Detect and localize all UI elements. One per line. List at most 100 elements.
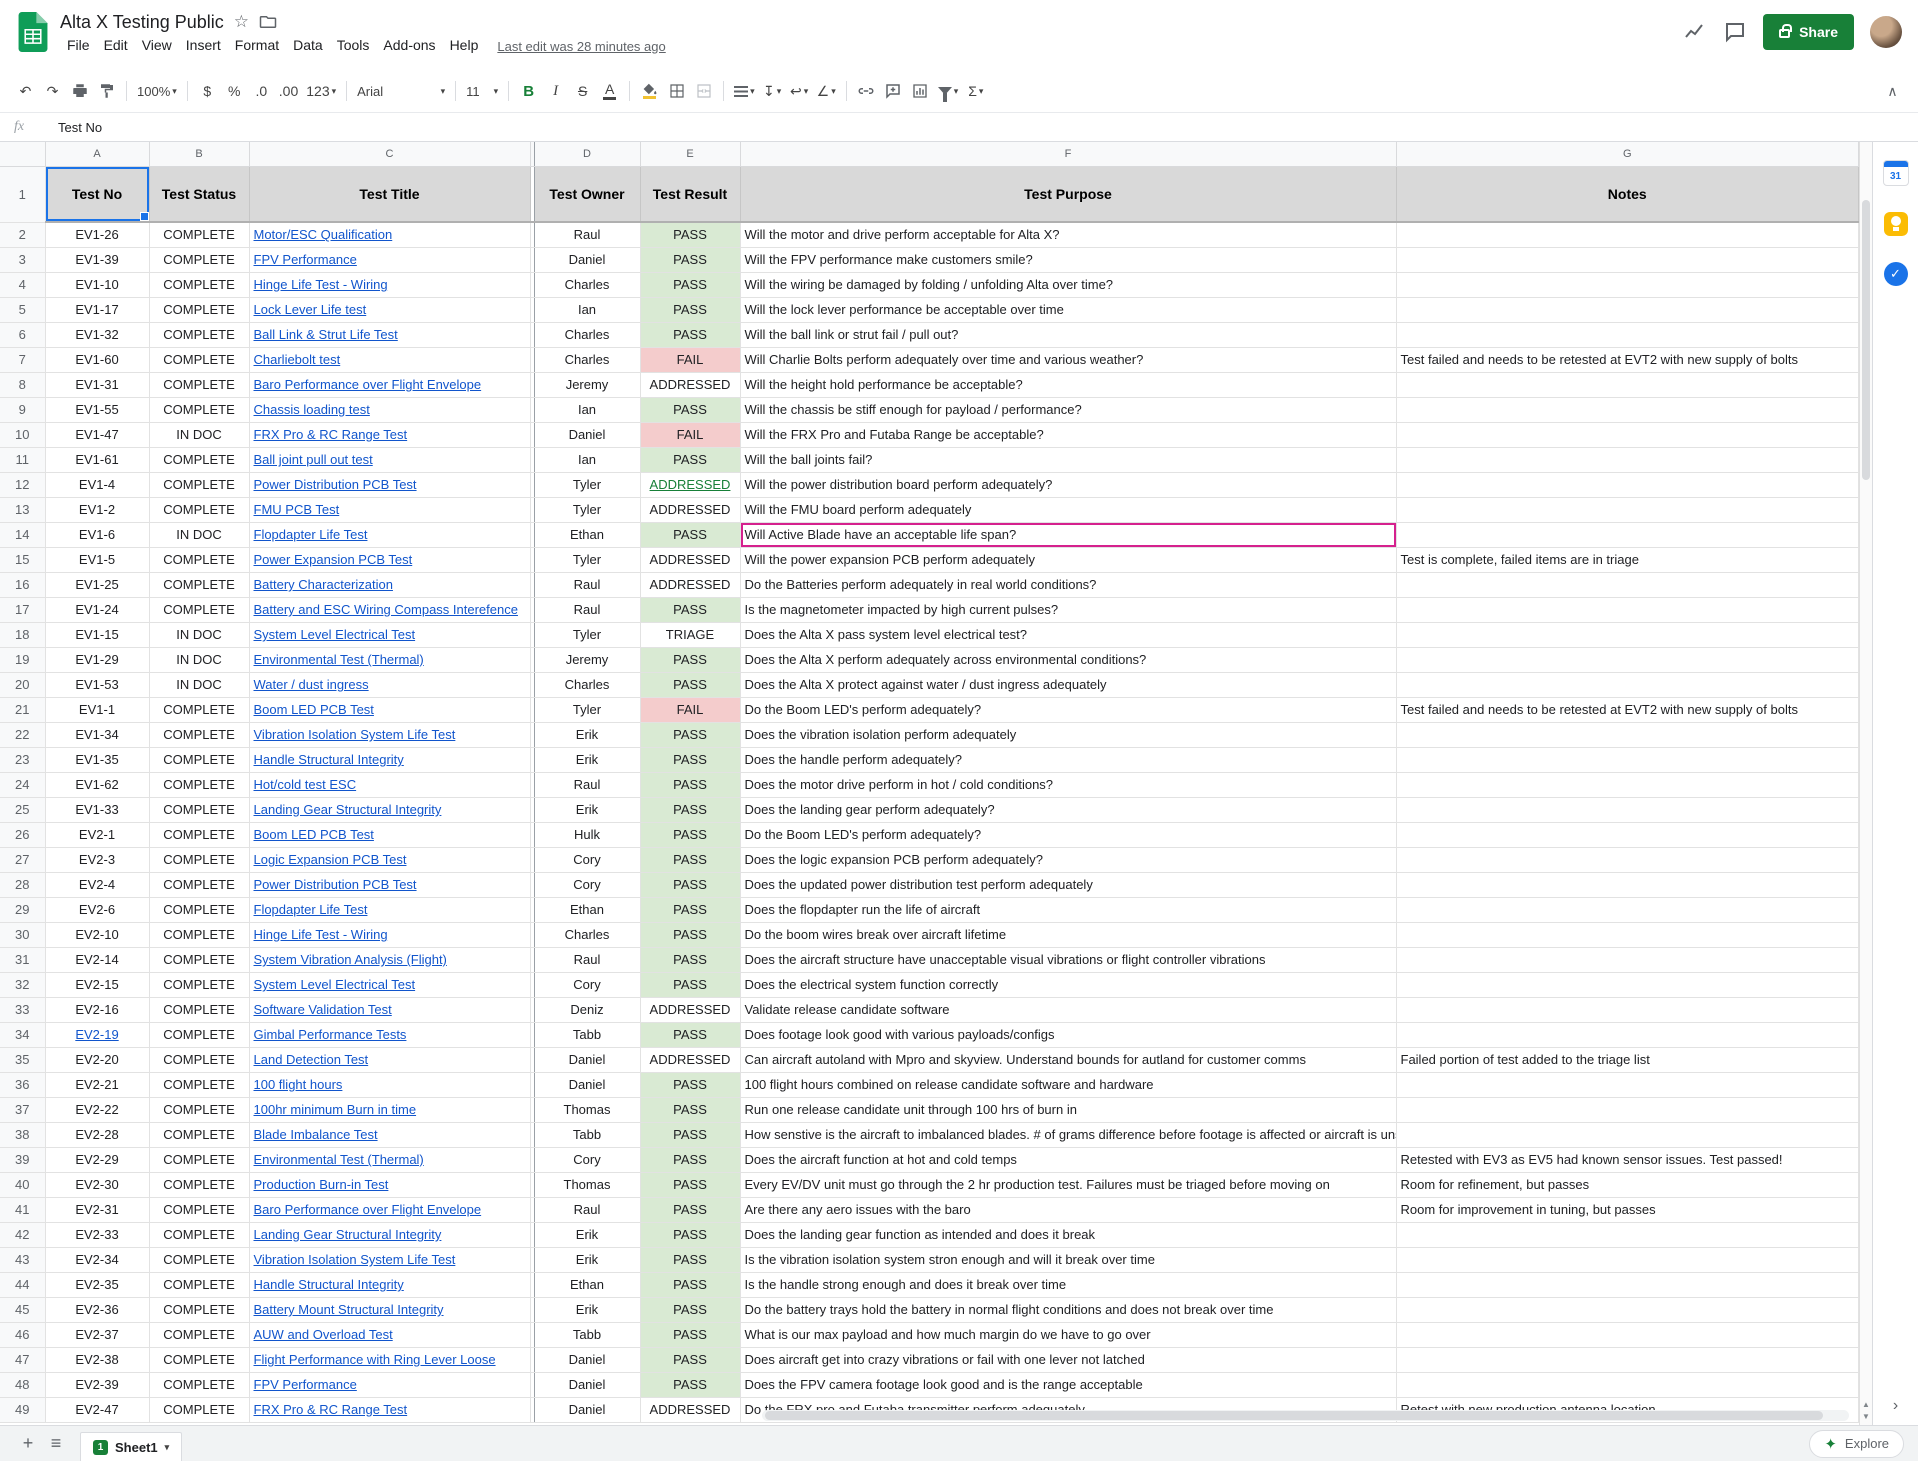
document-title[interactable]: Alta X Testing Public	[60, 12, 224, 33]
cell-test-purpose[interactable]: Will the chassis be stiff enough for pay…	[740, 397, 1396, 422]
cell-test-no[interactable]: EV1-10	[45, 272, 149, 297]
row-header[interactable]: 42	[0, 1222, 45, 1247]
test-title-link[interactable]: System Level Electrical Test	[254, 627, 416, 642]
cell-test-purpose[interactable]: Does the aircraft function at hot and co…	[740, 1147, 1396, 1172]
cell-test-status[interactable]: COMPLETE	[149, 1122, 249, 1147]
cell-test-title[interactable]: Logic Expansion PCB Test	[249, 847, 530, 872]
cell-test-title[interactable]: Flopdapter Life Test	[249, 897, 530, 922]
cell-test-no[interactable]: EV2-21	[45, 1072, 149, 1097]
cell-test-title[interactable]: Ball joint pull out test	[249, 447, 530, 472]
test-title-link[interactable]: Flopdapter Life Test	[254, 527, 368, 542]
cell-test-owner[interactable]: Daniel	[534, 1072, 640, 1097]
cell-test-no[interactable]: EV1-62	[45, 772, 149, 797]
cell-test-result[interactable]: PASS	[640, 1072, 740, 1097]
cell-notes[interactable]	[1396, 822, 1859, 847]
cell-test-title[interactable]: Chassis loading test	[249, 397, 530, 422]
cell-test-purpose[interactable]: Do the battery trays hold the battery in…	[740, 1297, 1396, 1322]
cell-notes[interactable]	[1396, 1072, 1859, 1097]
cell-test-result[interactable]: PASS	[640, 597, 740, 622]
cell-test-no[interactable]: EV2-1	[45, 822, 149, 847]
cell-notes[interactable]	[1396, 472, 1859, 497]
test-title-link[interactable]: Battery Mount Structural Integrity	[254, 1302, 444, 1317]
cell-test-result[interactable]: PASS	[640, 397, 740, 422]
test-title-link[interactable]: Landing Gear Structural Integrity	[254, 1227, 442, 1242]
cell-test-no[interactable]: EV1-25	[45, 572, 149, 597]
cell-test-owner[interactable]: Daniel	[534, 1347, 640, 1372]
column-header-f[interactable]: F	[740, 142, 1396, 166]
cell-test-status[interactable]: IN DOC	[149, 647, 249, 672]
cell-test-result[interactable]: PASS	[640, 1247, 740, 1272]
cell-test-result[interactable]: PASS	[640, 872, 740, 897]
sheet-tab-menu-icon[interactable]: ▾	[165, 1442, 170, 1453]
add-sheet-button[interactable]: +	[14, 1430, 42, 1458]
merge-cells-button[interactable]	[690, 78, 717, 105]
font-family-select[interactable]: Arial▾	[353, 78, 449, 105]
avatar[interactable]	[1870, 16, 1902, 48]
row-header[interactable]: 14	[0, 522, 45, 547]
cell-test-result[interactable]: PASS	[640, 1122, 740, 1147]
cell-notes[interactable]: Room for refinement, but passes	[1396, 1172, 1859, 1197]
cell-test-title[interactable]: FRX Pro & RC Range Test	[249, 1397, 530, 1422]
cell-test-purpose[interactable]: Do the Boom LED's perform adequately?	[740, 697, 1396, 722]
cell-notes[interactable]	[1396, 897, 1859, 922]
cell-test-owner[interactable]: Ethan	[534, 897, 640, 922]
cell-test-title[interactable]: Battery Mount Structural Integrity	[249, 1297, 530, 1322]
cell-test-no[interactable]: EV2-6	[45, 897, 149, 922]
row-header[interactable]: 23	[0, 747, 45, 772]
header-cell-test-result[interactable]: Test Result	[640, 166, 740, 222]
insert-link-button[interactable]	[853, 78, 880, 105]
row-header[interactable]: 11	[0, 447, 45, 472]
cell-test-no[interactable]: EV1-1	[45, 697, 149, 722]
cell-test-title[interactable]: System Level Electrical Test	[249, 972, 530, 997]
header-cell-notes[interactable]: Notes	[1396, 166, 1859, 222]
cell-test-purpose[interactable]: Will the ball link or strut fail / pull …	[740, 322, 1396, 347]
row-header[interactable]: 38	[0, 1122, 45, 1147]
cell-notes[interactable]	[1396, 1022, 1859, 1047]
cell-test-status[interactable]: IN DOC	[149, 522, 249, 547]
cell-notes[interactable]	[1396, 1272, 1859, 1297]
cell-test-title[interactable]: Ball Link & Strut Life Test	[249, 322, 530, 347]
cell-notes[interactable]	[1396, 1297, 1859, 1322]
test-title-link[interactable]: AUW and Overload Test	[254, 1327, 393, 1342]
select-all-corner[interactable]	[0, 142, 45, 166]
cell-test-purpose[interactable]: Do the Batteries perform adequately in r…	[740, 572, 1396, 597]
cell-test-title[interactable]: 100 flight hours	[249, 1072, 530, 1097]
test-title-link[interactable]: Hinge Life Test - Wiring	[254, 277, 388, 292]
cell-test-owner[interactable]: Ian	[534, 297, 640, 322]
cell-test-no[interactable]: EV2-30	[45, 1172, 149, 1197]
cell-test-status[interactable]: IN DOC	[149, 422, 249, 447]
menu-format[interactable]: Format	[228, 34, 286, 56]
redo-button[interactable]: ↷	[39, 78, 66, 105]
cell-test-no[interactable]: EV2-35	[45, 1272, 149, 1297]
test-title-link[interactable]: Ball joint pull out test	[254, 452, 373, 467]
cell-notes[interactable]	[1396, 747, 1859, 772]
cell-test-title[interactable]: Water / dust ingress	[249, 672, 530, 697]
test-title-link[interactable]: Power Distribution PCB Test	[254, 477, 417, 492]
cell-notes[interactable]: Room for improvement in tuning, but pass…	[1396, 1197, 1859, 1222]
cell-notes[interactable]	[1396, 1372, 1859, 1397]
italic-button[interactable]: I	[542, 78, 569, 105]
cell-test-result[interactable]: PASS	[640, 772, 740, 797]
cell-test-result[interactable]: FAIL	[640, 347, 740, 372]
test-title-link[interactable]: Motor/ESC Qualification	[254, 227, 393, 242]
cell-test-no[interactable]: EV1-6	[45, 522, 149, 547]
test-title-link[interactable]: Flight Performance with Ring Lever Loose	[254, 1352, 496, 1367]
cell-test-purpose[interactable]: Does the electrical system function corr…	[740, 972, 1396, 997]
font-size-select[interactable]: 11▾	[462, 78, 502, 105]
cell-notes[interactable]: Test is complete, failed items are in tr…	[1396, 547, 1859, 572]
cell-test-no[interactable]: EV1-2	[45, 497, 149, 522]
decrease-decimal-button[interactable]: .0	[248, 78, 275, 105]
cell-test-owner[interactable]: Tabb	[534, 1122, 640, 1147]
cell-test-title[interactable]: Lock Lever Life test	[249, 297, 530, 322]
cell-notes[interactable]	[1396, 772, 1859, 797]
cell-test-owner[interactable]: Raul	[534, 222, 640, 247]
column-header-g[interactable]: G	[1396, 142, 1859, 166]
format-percent-button[interactable]: %	[221, 78, 248, 105]
header-cell-test-purpose[interactable]: Test Purpose	[740, 166, 1396, 222]
cell-notes[interactable]	[1396, 1122, 1859, 1147]
cell-test-purpose[interactable]: Is the handle strong enough and does it …	[740, 1272, 1396, 1297]
horizontal-scrollbar-thumb[interactable]	[765, 1411, 1823, 1420]
cell-notes[interactable]	[1396, 972, 1859, 997]
cell-test-status[interactable]: COMPLETE	[149, 747, 249, 772]
cell-notes[interactable]	[1396, 322, 1859, 347]
